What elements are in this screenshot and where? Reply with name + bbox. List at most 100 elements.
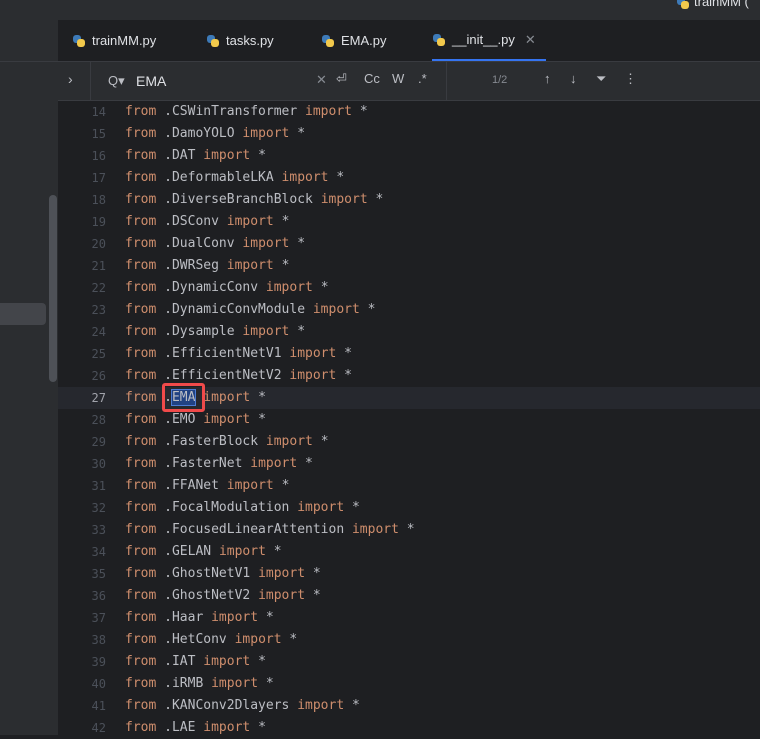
line-number[interactable]: 19 bbox=[58, 211, 118, 233]
code-line[interactable]: from .CSWinTransformer import * bbox=[118, 101, 760, 123]
line-number[interactable]: 38 bbox=[58, 629, 118, 651]
line-number[interactable]: 17 bbox=[58, 167, 118, 189]
keyword-from: from bbox=[125, 654, 157, 669]
module-name: .FasterBlock bbox=[164, 434, 259, 449]
code-line[interactable]: from .DSConv import * bbox=[118, 211, 760, 233]
tab-init[interactable]: __init__.py ✕ bbox=[432, 20, 546, 61]
panel-scrollbar[interactable] bbox=[49, 195, 57, 382]
expand-replace-icon[interactable]: › bbox=[68, 71, 73, 87]
line-number[interactable]: 33 bbox=[58, 519, 118, 541]
keyword-import: import bbox=[234, 632, 282, 647]
tab-trainmm[interactable]: trainMM.py bbox=[72, 20, 156, 61]
code-line[interactable]: from .EfficientNetV1 import * bbox=[118, 343, 760, 365]
code-line[interactable]: from .EMO import * bbox=[118, 409, 760, 431]
close-tab-icon[interactable]: ✕ bbox=[525, 32, 536, 48]
code-line[interactable]: from .DeformableLKA import * bbox=[118, 167, 760, 189]
code-line[interactable]: from .DAT import * bbox=[118, 145, 760, 167]
wildcard: * bbox=[305, 456, 313, 471]
code-line[interactable]: from .FasterNet import * bbox=[118, 453, 760, 475]
code-line[interactable]: from .LAE import * bbox=[118, 717, 760, 739]
wildcard: * bbox=[281, 258, 290, 273]
line-number[interactable]: 22 bbox=[58, 277, 118, 299]
code-line[interactable]: from .DiverseBranchBlock import * bbox=[118, 189, 760, 211]
window-title[interactable]: trainMM ( bbox=[676, 0, 749, 10]
code-line[interactable]: from .FasterBlock import * bbox=[118, 431, 760, 453]
line-number[interactable]: 15 bbox=[58, 123, 118, 145]
line-number[interactable]: 32 bbox=[58, 497, 118, 519]
code-line[interactable]: from .EMA import * bbox=[118, 387, 760, 409]
code-line[interactable]: from .iRMB import * bbox=[118, 673, 760, 695]
code-line[interactable]: from .HetConv import * bbox=[118, 629, 760, 651]
code-line[interactable]: from .FocalModulation import * bbox=[118, 497, 760, 519]
line-number[interactable]: 37 bbox=[58, 607, 118, 629]
line-number[interactable]: 34 bbox=[58, 541, 118, 563]
code-line[interactable]: from .FFANet import * bbox=[118, 475, 760, 497]
line-number[interactable]: 31 bbox=[58, 475, 118, 497]
keyword-import: import bbox=[289, 368, 337, 383]
line-number[interactable]: 27 bbox=[58, 387, 118, 409]
code-area[interactable]: from .CSWinTransformer import * from .Dam… bbox=[118, 101, 760, 739]
keyword-import: import bbox=[265, 280, 313, 295]
tab-ema[interactable]: EMA.py bbox=[321, 20, 387, 61]
module-name: .DeformableLKA bbox=[164, 170, 274, 185]
module-name: .DynamicConv bbox=[164, 280, 259, 295]
code-line[interactable]: from .Dysample import * bbox=[118, 321, 760, 343]
search-input[interactable] bbox=[136, 71, 306, 91]
module-name: .DAT bbox=[164, 148, 196, 163]
code-line[interactable]: from .GhostNetV2 import * bbox=[118, 585, 760, 607]
module-name: .FFANet bbox=[164, 478, 219, 493]
line-numbers-gutter[interactable]: 14 15 16 17 18 19 20 21 22 23 24 25 26 27 28 29 30 31 32 33… bbox=[58, 101, 118, 739]
line-number[interactable]: 24 bbox=[58, 321, 118, 343]
line-number[interactable]: 39 bbox=[58, 651, 118, 673]
code-line[interactable]: from .Haar import * bbox=[118, 607, 760, 629]
line-number[interactable]: 20 bbox=[58, 233, 118, 255]
regex-button[interactable]: .* bbox=[418, 71, 427, 86]
previous-occurrence-icon[interactable]: ↑ bbox=[544, 71, 551, 86]
new-line-icon[interactable]: ⏎ bbox=[336, 71, 347, 87]
line-number[interactable]: 28 bbox=[58, 409, 118, 431]
line-number[interactable]: 14 bbox=[58, 101, 118, 123]
keyword-from: from bbox=[125, 170, 157, 185]
line-number[interactable]: 30 bbox=[58, 453, 118, 475]
code-line[interactable]: from .DWRSeg import * bbox=[118, 255, 760, 277]
line-number[interactable]: 25 bbox=[58, 343, 118, 365]
module-name: .GhostNetV2 bbox=[164, 588, 251, 603]
line-number[interactable]: 26 bbox=[58, 365, 118, 387]
line-number[interactable]: 29 bbox=[58, 431, 118, 453]
python-icon bbox=[72, 34, 86, 48]
line-number[interactable]: 21 bbox=[58, 255, 118, 277]
tab-tasks[interactable]: tasks.py bbox=[206, 20, 274, 61]
line-number[interactable]: 41 bbox=[58, 695, 118, 717]
clear-search-icon[interactable]: ✕ bbox=[316, 72, 327, 88]
match-case-button[interactable]: Cc bbox=[364, 71, 380, 86]
selected-tree-item[interactable] bbox=[0, 303, 46, 325]
keyword-import: import bbox=[289, 346, 337, 361]
more-options-icon[interactable]: ⋮ bbox=[624, 71, 637, 87]
code-line[interactable]: from .FocusedLinearAttention import * bbox=[118, 519, 760, 541]
code-line[interactable]: from .GELAN import * bbox=[118, 541, 760, 563]
module-name: .GhostNetV1 bbox=[164, 566, 251, 581]
next-occurrence-icon[interactable]: ↓ bbox=[570, 71, 577, 86]
line-number[interactable]: 36 bbox=[58, 585, 118, 607]
code-line[interactable]: from .EfficientNetV2 import * bbox=[118, 365, 760, 387]
words-button[interactable]: W bbox=[392, 71, 404, 86]
line-number[interactable]: 16 bbox=[58, 145, 118, 167]
code-line[interactable]: from .DamoYOLO import * bbox=[118, 123, 760, 145]
code-line[interactable]: from .DualConv import * bbox=[118, 233, 760, 255]
module-name: .EfficientNetV1 bbox=[164, 346, 282, 361]
code-line[interactable]: from .DynamicConvModule import * bbox=[118, 299, 760, 321]
line-number[interactable]: 35 bbox=[58, 563, 118, 585]
filter-icon[interactable]: ⏷ bbox=[596, 71, 606, 87]
line-number[interactable]: 40 bbox=[58, 673, 118, 695]
code-line[interactable]: from .DynamicConv import * bbox=[118, 277, 760, 299]
line-number[interactable]: 23 bbox=[58, 299, 118, 321]
window-title-label: trainMM ( bbox=[694, 0, 749, 9]
code-line[interactable]: from .GhostNetV1 import * bbox=[118, 563, 760, 585]
wildcard: * bbox=[352, 698, 360, 713]
keyword-import: import bbox=[351, 522, 399, 537]
line-number[interactable]: 18 bbox=[58, 189, 118, 211]
code-line[interactable]: from .IAT import * bbox=[118, 651, 760, 673]
code-line[interactable]: from .KANConv2Dlayers import * bbox=[118, 695, 760, 717]
search-history-icon[interactable]: Q▾ bbox=[108, 73, 125, 89]
line-number[interactable]: 42 bbox=[58, 717, 118, 739]
